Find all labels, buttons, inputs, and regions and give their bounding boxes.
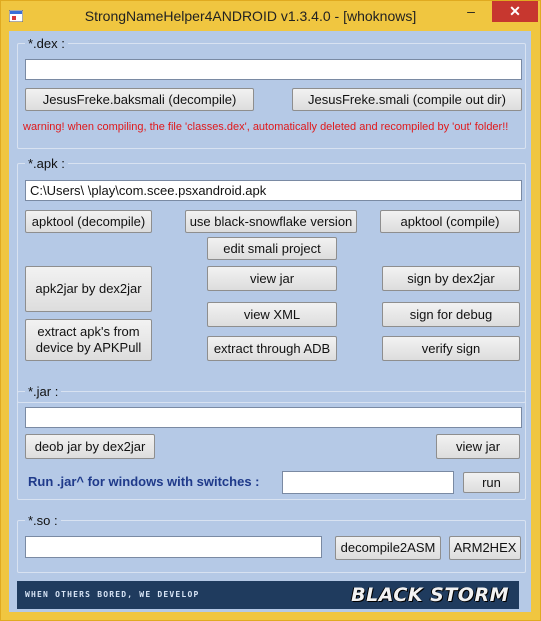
- jar-path-input[interactable]: [25, 407, 522, 428]
- jar-view-jar-button[interactable]: view jar: [436, 434, 520, 459]
- decompile2asm-button[interactable]: decompile2ASM: [335, 536, 441, 560]
- run-jar-label: Run .jar^ for windows with switches :: [28, 474, 260, 489]
- baksmali-decompile-button[interactable]: JesusFreke.baksmali (decompile): [25, 88, 254, 111]
- edit-smali-button[interactable]: edit smali project: [207, 237, 337, 260]
- so-group-label: *.so :: [25, 513, 61, 528]
- apktool-compile-button[interactable]: apktool (compile): [380, 210, 520, 233]
- apk-path-input[interactable]: C:\Users\ \play\com.scee.psxandroid.apk: [25, 180, 522, 201]
- sign-dex2jar-button[interactable]: sign by dex2jar: [382, 266, 520, 291]
- banner-tagline: when others bored, we develop: [25, 590, 200, 599]
- jar-switches-input[interactable]: [282, 471, 454, 494]
- dex-group: *.dex : JesusFreke.baksmali (decompile) …: [17, 36, 526, 149]
- view-jar-button[interactable]: view jar: [207, 266, 337, 291]
- view-xml-button[interactable]: view XML: [207, 302, 337, 327]
- verify-sign-button[interactable]: verify sign: [382, 336, 520, 361]
- black-snowflake-button[interactable]: use black-snowflake version: [185, 210, 357, 233]
- client-area: *.dex : JesusFreke.baksmali (decompile) …: [9, 31, 531, 612]
- app-window: StrongNameHelper4ANDROID v1.3.4.0 - [who…: [0, 0, 541, 621]
- so-path-input[interactable]: [25, 536, 322, 558]
- dex-path-input[interactable]: [25, 59, 522, 80]
- footer-banner: when others bored, we develop BLACK STOR…: [17, 581, 519, 609]
- deob-jar-button[interactable]: deob jar by dex2jar: [25, 434, 155, 459]
- extract-adb-button[interactable]: extract through ADB: [207, 336, 337, 361]
- apktool-decompile-button[interactable]: apktool (decompile): [25, 210, 152, 233]
- black-storm-logo: BLACK STORM: [351, 584, 509, 606]
- smali-compile-button[interactable]: JesusFreke.smali (compile out dir): [292, 88, 522, 111]
- dex-group-label: *.dex :: [25, 36, 68, 51]
- jar-group: *.jar : deob jar by dex2jar view jar Run…: [17, 384, 526, 500]
- jar-group-label: *.jar :: [25, 384, 62, 399]
- title-bar[interactable]: StrongNameHelper4ANDROID v1.3.4.0 - [who…: [1, 1, 540, 31]
- arm2hex-button[interactable]: ARM2HEX: [449, 536, 521, 560]
- sign-debug-button[interactable]: sign for debug: [382, 302, 520, 327]
- compile-warning-text: warning! when compiling, the file 'class…: [23, 121, 509, 133]
- close-button[interactable]: ✕: [492, 1, 538, 22]
- apk-group-label: *.apk :: [25, 156, 68, 171]
- apk2jar-button[interactable]: apk2jar by dex2jar: [25, 266, 152, 312]
- minimize-button[interactable]: –: [458, 1, 484, 22]
- run-button[interactable]: run: [463, 472, 520, 493]
- apk-group: *.apk : C:\Users\ \play\com.scee.psxandr…: [17, 156, 526, 403]
- so-group: *.so : decompile2ASM ARM2HEX: [17, 513, 526, 573]
- extract-apkpull-button[interactable]: extract apk's from device by APKPull: [25, 319, 152, 361]
